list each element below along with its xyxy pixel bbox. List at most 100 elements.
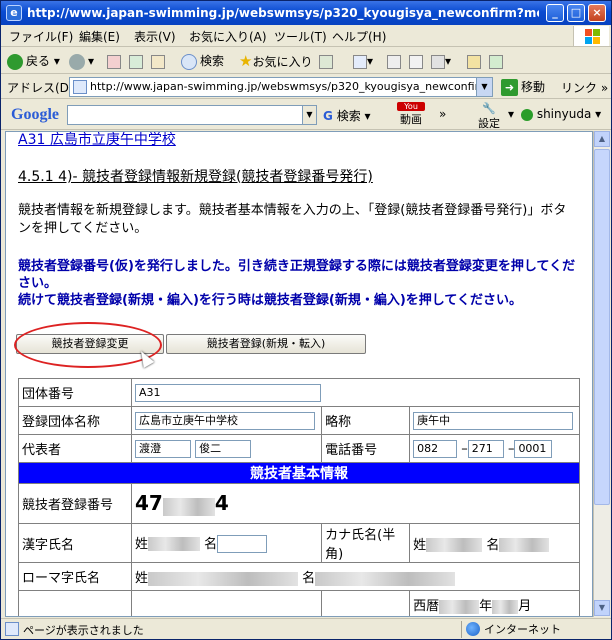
menu-favorites[interactable]: お気に入り(A) <box>189 28 267 45</box>
search-button[interactable]: 検索 <box>181 51 224 71</box>
star-icon: ★ <box>239 52 253 70</box>
history-button[interactable] <box>319 51 333 71</box>
notice-line-1: 競技者登録番号(仮)を発行しました。引き続き正規登録する際には競技者登録変更を押… <box>18 259 576 291</box>
links-label: リンク <box>561 81 598 95</box>
mail-button[interactable]: ▾ <box>353 51 373 71</box>
ie-icon: e <box>6 5 22 21</box>
notice-line-2: 続けて競技者登録(新規・編入)を行う時は競技者登録(新規・編入)を押してください… <box>18 293 522 308</box>
phone-field-2[interactable]: 271 <box>467 439 504 458</box>
menu-help[interactable]: ヘルプ(H) <box>332 28 386 45</box>
section-band: 競技者基本情報 <box>18 462 580 484</box>
stop-icon <box>107 54 121 69</box>
menu-edit[interactable]: 編集(E) <box>79 28 120 45</box>
reg-no-suffix: 4 <box>214 491 229 516</box>
menu-view[interactable]: 表示(V) <box>134 28 176 45</box>
rep-last-field[interactable]: 渡澄 <box>135 439 191 458</box>
vertical-scrollbar[interactable]: ▲ ▼ <box>593 131 610 617</box>
roman-sei-field[interactable] <box>148 571 299 586</box>
group-name-field[interactable]: 広島市立庚午中学校 <box>135 411 315 430</box>
status-bar: ページが表示されました インターネット <box>1 618 611 639</box>
folder-button[interactable] <box>467 51 481 71</box>
search-label: 検索 <box>200 54 225 68</box>
address-label: アドレス(D) <box>7 81 74 95</box>
edit-button[interactable] <box>409 51 423 71</box>
forward-button[interactable]: ▾ <box>69 51 94 71</box>
short-name-field[interactable]: 庚午中 <box>413 411 574 430</box>
stop-button[interactable] <box>107 51 121 71</box>
youtube-label: 動画 <box>400 113 422 126</box>
discuss-button[interactable]: ▾ <box>431 51 451 71</box>
kanji-mei-field[interactable] <box>217 535 268 554</box>
back-arrow-icon <box>7 53 23 70</box>
school-link[interactable]: A31 広島市立庚午中学校 <box>18 132 176 149</box>
security-zone: インターネット <box>461 621 609 638</box>
go-button[interactable]: ➜ 移動 <box>501 78 545 96</box>
page-status-icon <box>5 622 19 636</box>
nen-label: 年 <box>479 599 493 614</box>
menu-tools[interactable]: ツール(T) <box>274 28 327 45</box>
athlete-new-button[interactable]: 競技者登録(新規・転入) <box>166 334 366 354</box>
google-search-button[interactable]: G 検索 ▾ <box>323 107 371 124</box>
address-dropdown-icon[interactable]: ▼ <box>476 78 492 96</box>
messenger-icon <box>489 54 503 69</box>
back-button[interactable]: 戻る ▾ <box>7 51 60 71</box>
page-content: A31 広島市立庚午中学校 4.5.1 4)- 競技者登録情報新規登録(競技者登… <box>5 131 593 617</box>
birth-month-field[interactable] <box>492 599 519 614</box>
phone-cell: 082 –271 –0001 <box>409 434 580 463</box>
refresh-button[interactable] <box>129 51 143 71</box>
menu-file[interactable]: ファイル(F) <box>9 28 73 45</box>
user-label: shinyuda <box>536 107 592 121</box>
google-logo: Google <box>11 106 59 123</box>
roman-mei-field[interactable] <box>315 571 456 586</box>
home-button[interactable] <box>151 51 165 71</box>
group-no-label: 団体番号 <box>18 378 132 407</box>
more-chevron-icon[interactable]: » <box>439 107 446 121</box>
kana-sei-field[interactable] <box>426 538 483 552</box>
browser-window: e http://www.japan-swimming.jp/webswmsys… <box>0 0 612 640</box>
close-button[interactable]: × <box>588 4 606 22</box>
maximize-button[interactable]: □ <box>567 4 585 22</box>
group-no-field[interactable]: A31 <box>135 383 321 402</box>
reg-no-prefix: 47 <box>135 491 163 516</box>
go-label: 移動 <box>521 80 546 94</box>
youtube-icon: You <box>397 102 425 111</box>
rep-first-field[interactable]: 俊二 <box>195 439 252 458</box>
notice-text: 競技者登録番号(仮)を発行しました。引き続き正規登録する際には競技者登録変更を押… <box>18 258 583 309</box>
google-search-label: 検索 <box>336 109 361 123</box>
user-button[interactable]: shinyuda ▾ <box>521 107 601 121</box>
minimize-button[interactable]: _ <box>546 4 564 22</box>
title-bar: e http://www.japan-swimming.jp/webswmsys… <box>1 1 611 25</box>
youtube-button[interactable]: You 動画 <box>397 102 425 127</box>
kana-mei-field[interactable] <box>499 538 550 552</box>
phone-field-3[interactable]: 0001 <box>514 439 553 458</box>
settings-dropdown-icon[interactable]: ▾ <box>508 107 514 121</box>
favorites-button[interactable]: ★お気に入り <box>239 51 312 71</box>
phone-field-1[interactable]: 082 <box>413 439 458 458</box>
google-search-dropdown-icon[interactable]: ▼ <box>302 106 316 124</box>
address-input[interactable]: http://www.japan-swimming.jp/webswmsys/p… <box>69 77 493 97</box>
roman-sei-label: 姓 <box>135 571 149 586</box>
kana-cell: 姓 名 <box>409 523 580 563</box>
google-search-input[interactable]: ▼ <box>67 105 317 125</box>
seireki-label: 西暦 <box>413 599 440 614</box>
address-bar: アドレス(D) http://www.japan-swimming.jp/web… <box>1 75 611 99</box>
roman-mei-label: 名 <box>302 571 316 586</box>
scroll-up-icon[interactable]: ▲ <box>594 131 610 147</box>
windows-logo-icon <box>573 26 609 46</box>
rep-cell: 渡澄 俊二 <box>130 434 323 463</box>
history-icon <box>319 54 333 69</box>
menu-bar: ファイル(F) 編集(E) 表示(V) お気に入り(A) ツール(T) ヘルプ(… <box>1 25 611 47</box>
short-name-cell: 庚午中 <box>409 406 580 435</box>
mail-icon <box>353 54 367 69</box>
kanji-sei-field[interactable] <box>148 537 201 552</box>
row-label-partial <box>18 590 132 616</box>
birth-year-field[interactable] <box>439 599 480 614</box>
scroll-down-icon[interactable]: ▼ <box>594 600 610 616</box>
kana-label: カナ氏名(半角) <box>321 523 411 563</box>
messenger-button[interactable] <box>489 51 503 71</box>
scroll-thumb[interactable] <box>594 149 610 505</box>
print-button[interactable] <box>387 51 401 71</box>
settings-button[interactable]: 🔧 設定 <box>475 102 503 131</box>
links-button[interactable]: リンク » <box>561 79 608 96</box>
group-name-label: 登録団体名称 <box>18 406 132 435</box>
